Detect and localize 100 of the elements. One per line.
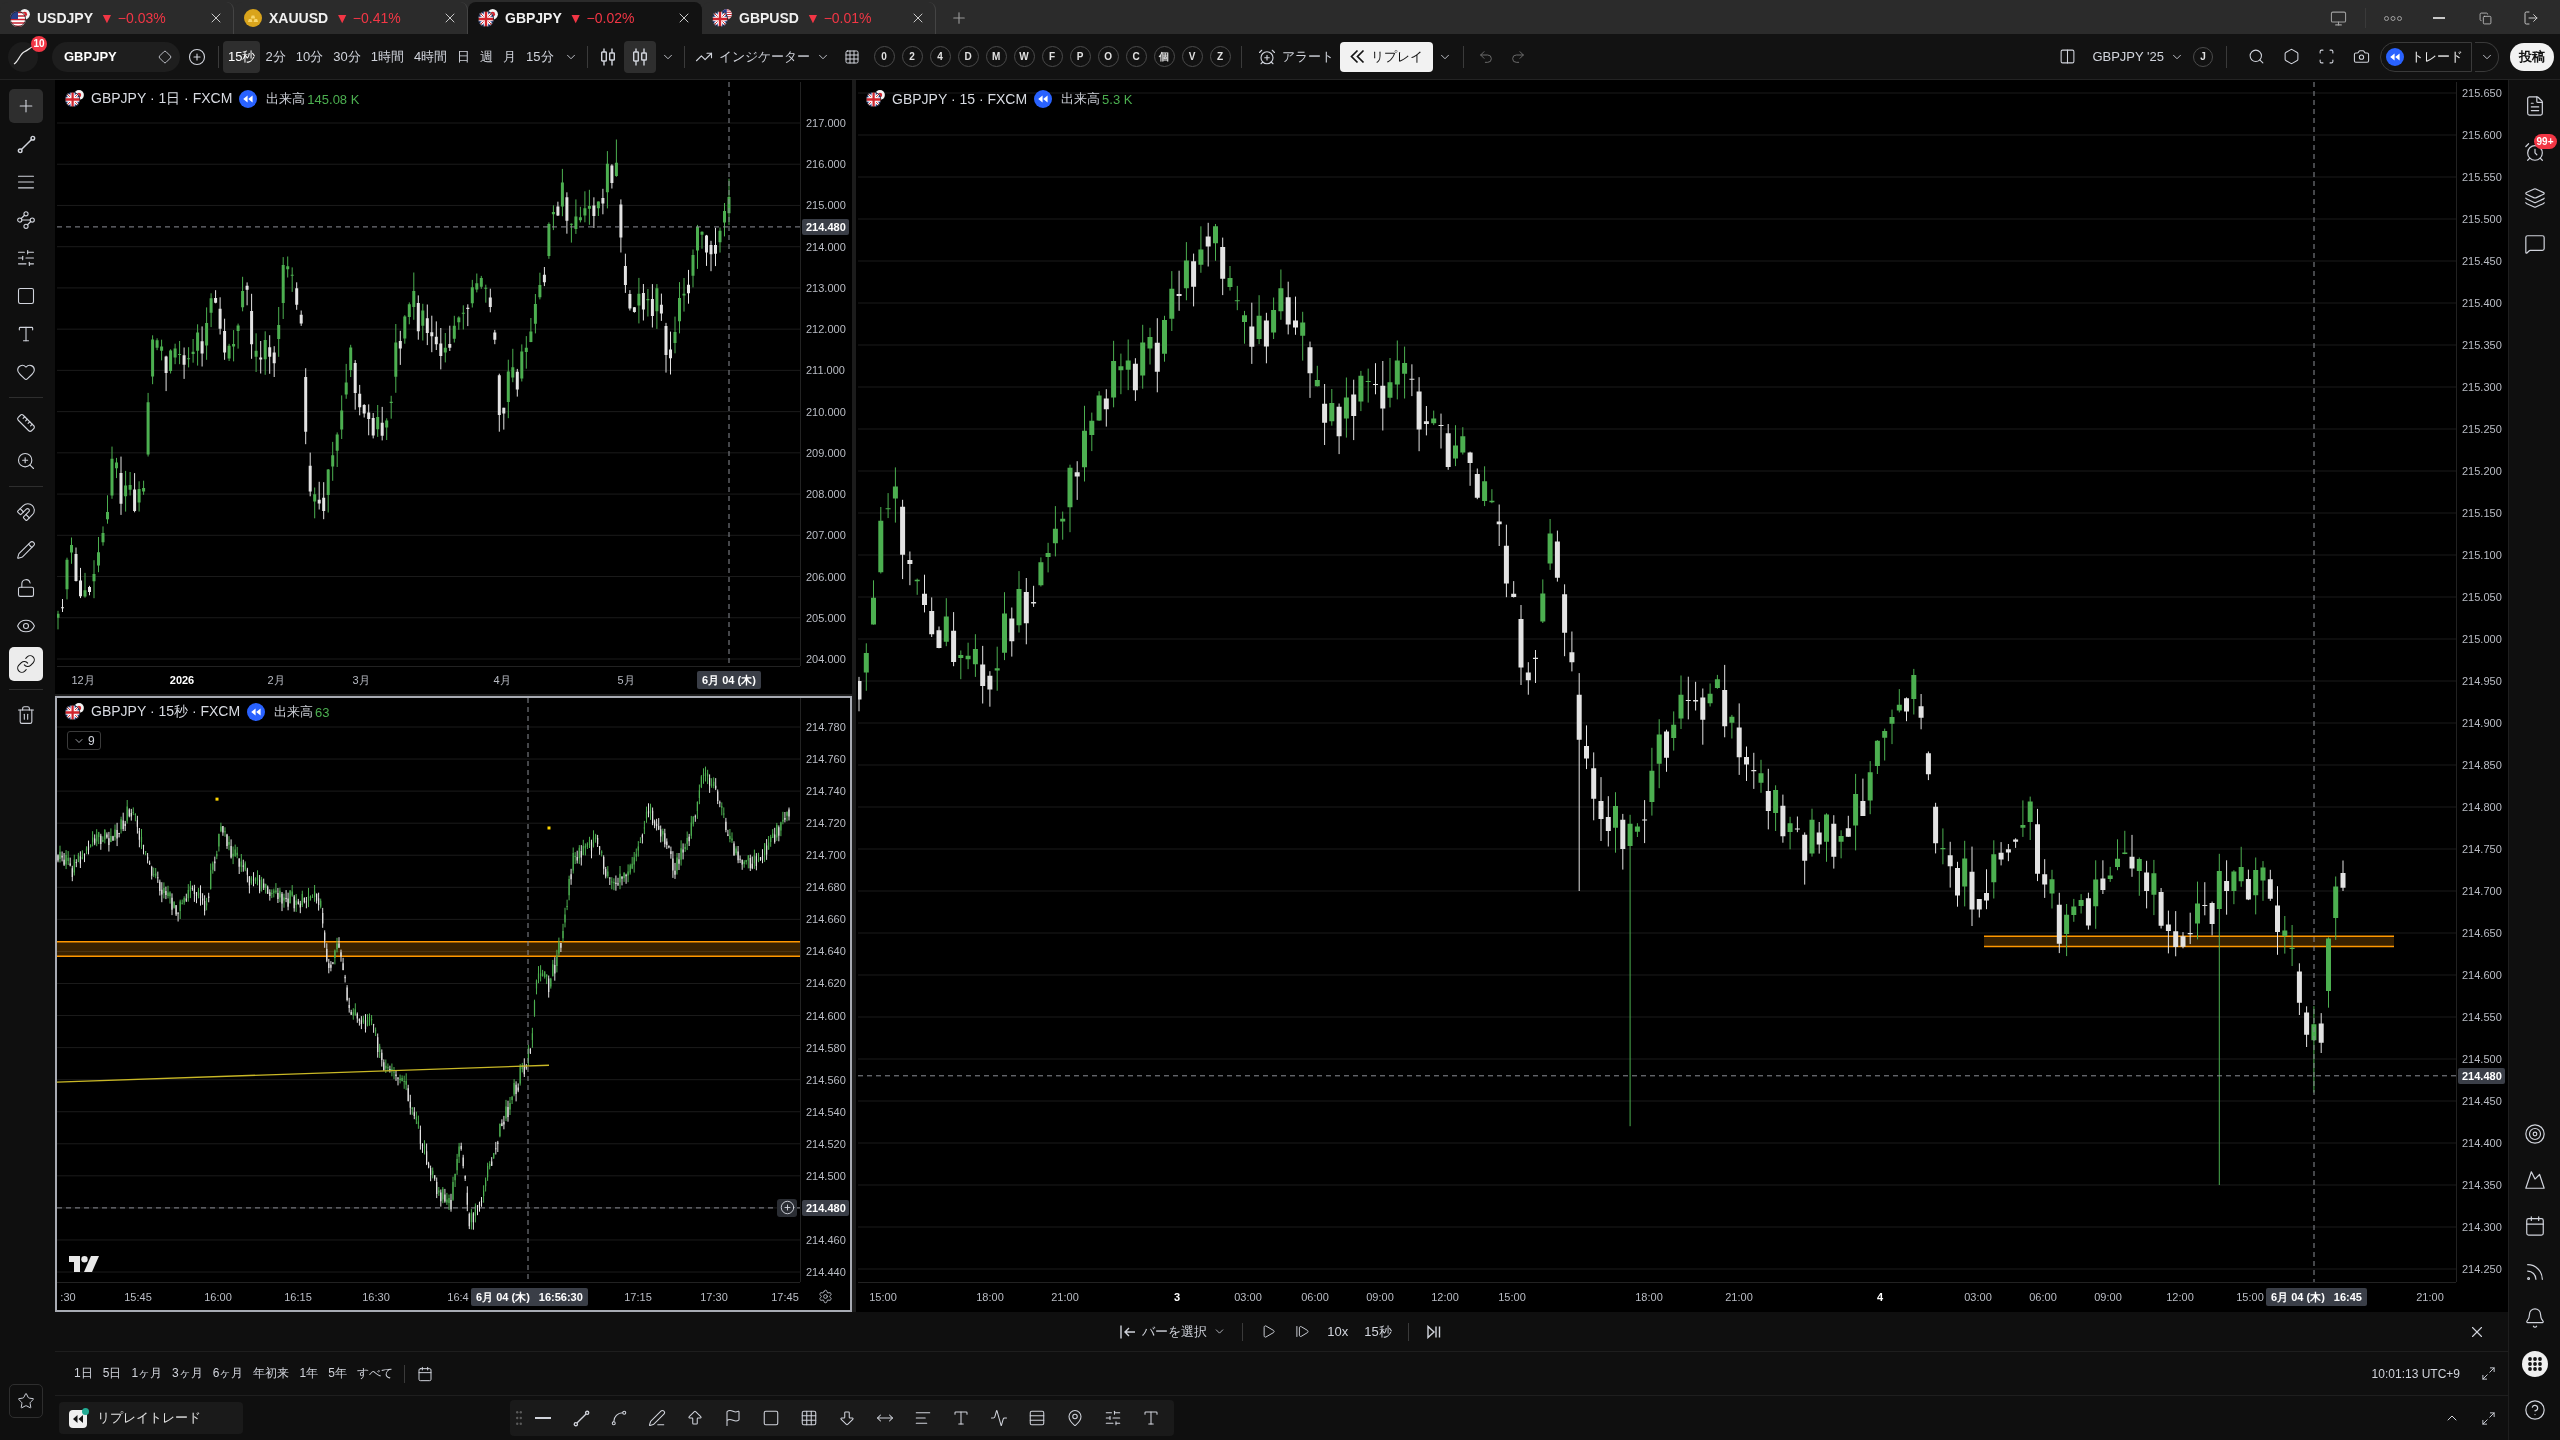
price-label: 215.600 — [2462, 129, 2502, 141]
range-button[interactable]: 3ヶ月 — [167, 1360, 208, 1387]
flag-icon — [65, 90, 84, 108]
last-price-label: 214.480 — [2458, 1067, 2505, 1084]
price-label: 204.000 — [806, 653, 846, 665]
price-label: 209.000 — [806, 446, 846, 459]
price-label: 214.900 — [2462, 717, 2502, 729]
price-label: 214.660 — [806, 913, 846, 926]
price-label: 215.300 — [2462, 381, 2502, 393]
sliders-icon — [1104, 1409, 1122, 1427]
replay-interval-button[interactable]: 15秒 — [1358, 1317, 1398, 1346]
interval-button[interactable]: 30分 — [328, 40, 366, 73]
double-arrow-badge-icon — [2386, 47, 2404, 66]
indicators-button[interactable]: インジケーター — [688, 40, 836, 73]
price-label: 214.950 — [2462, 675, 2502, 687]
interval-button[interactable]: 週 — [475, 40, 499, 73]
price-label: 214.560 — [806, 1073, 846, 1086]
chart-title: GBPJPY · 15 · FXCM — [892, 91, 1028, 107]
time-label: 3月 — [352, 672, 370, 687]
interval-button[interactable]: 15分 — [521, 40, 559, 73]
price-label: 205.000 — [806, 611, 846, 624]
monitor-icon — [2329, 9, 2347, 27]
interval-button[interactable]: 4時間 — [408, 40, 453, 73]
price-change: ▼ −0.01% — [805, 10, 872, 26]
range-button[interactable]: 5日 — [97, 1360, 127, 1387]
last-price-label: 214.480 — [802, 218, 849, 235]
interval-button[interactable]: 2分 — [260, 40, 291, 73]
price-label: 214.760 — [806, 753, 846, 766]
interval-button[interactable]: 月 — [498, 40, 522, 73]
chart-style-button[interactable] — [623, 40, 656, 73]
legend-toggle-button[interactable]: 9 — [67, 731, 101, 750]
last-price-label: 214.480 — [802, 1199, 849, 1216]
time-label: 5月 — [617, 672, 635, 687]
range-button[interactable]: 年初来 — [248, 1360, 295, 1387]
symbol-search-field[interactable]: GBPJPY — [52, 41, 180, 72]
replay-trade-tab[interactable]: リプレイトレード — [59, 1402, 243, 1434]
layout-name-button[interactable]: GBPJPY '25 — [2086, 40, 2190, 73]
calendar-icon — [416, 1365, 433, 1382]
alarm-clock-icon — [1257, 47, 1276, 66]
price-label: 214.300 — [2462, 1221, 2502, 1233]
chart-pane[interactable]: GBPJPY · 1日 · FXCM 出来高 145.08 K 217.000 216.000 215.000 214.000 213.000 212.000 211.000 210.000 209.000 208.000 207.000 206.000 205.000 204.000 214.480 12月 2026 2月 3月 4月 5月 6月 04 (木) — [55, 80, 852, 694]
interval-button[interactable]: 日 — [452, 40, 476, 73]
price-label: 214.520 — [806, 1137, 846, 1150]
price-label: 214.450 — [2462, 1095, 2502, 1107]
target-icon — [2523, 1123, 2546, 1145]
price-label: 215.150 — [2462, 507, 2502, 519]
price-label: 214.600 — [2462, 969, 2502, 981]
time-label: 2月 — [267, 672, 285, 687]
price-label: 215.550 — [2462, 171, 2502, 183]
publish-button[interactable]: 投稿 — [2510, 42, 2554, 71]
range-button[interactable]: すべて — [351, 1360, 398, 1387]
range-button[interactable]: 5年 — [323, 1360, 352, 1387]
interval-button[interactable]: 15秒 — [223, 40, 261, 73]
range-button[interactable]: 6ヶ月 — [207, 1360, 249, 1387]
text-icon — [952, 1409, 970, 1427]
range-button[interactable]: 1ヶ月 — [126, 1360, 168, 1387]
pencil-icon — [16, 540, 36, 560]
favorites-button[interactable] — [9, 1384, 43, 1418]
price-label: 215.400 — [2462, 297, 2502, 309]
price-label: 214.700 — [806, 849, 846, 862]
price-label: 214.720 — [806, 817, 846, 830]
symbol-tab[interactable]: GBPJPY ▼ −0.02% — [468, 2, 702, 34]
grid-icon — [800, 1409, 818, 1427]
time-label: 09:00 — [1366, 1290, 1394, 1303]
price-label: 215.000 — [806, 199, 846, 212]
diagonal-line-icon — [572, 1409, 590, 1427]
interval-button[interactable]: 1時間 — [365, 40, 409, 73]
add-order-button[interactable] — [777, 1198, 797, 1217]
volume-label: 出来高 — [1061, 90, 1101, 108]
time-label: 06:00 — [1301, 1290, 1329, 1303]
expand-icon — [2480, 1366, 2496, 1381]
ruler-icon — [16, 413, 36, 433]
coin-icon — [244, 9, 262, 27]
time-label: 15:45 — [124, 1290, 152, 1303]
undo-icon — [1477, 48, 1494, 65]
drawing-tool-button[interactable] — [9, 647, 43, 681]
diamond-icon — [158, 49, 172, 64]
alert-button[interactable]: アラート — [1251, 40, 1340, 73]
price-label: 214.440 — [806, 1266, 846, 1278]
play-icon — [1260, 1324, 1276, 1339]
price-label: 214.250 — [2462, 1263, 2502, 1275]
sliders-icon — [16, 248, 36, 268]
speed-button[interactable]: 10x — [1321, 1317, 1355, 1346]
notification-badge: 10 — [31, 35, 47, 52]
price-change: ▼ −0.02% — [568, 10, 635, 26]
price-label: 214.500 — [2462, 1053, 2502, 1065]
price-label: 214.500 — [806, 1169, 846, 1182]
replay-button[interactable]: リプレイ — [1339, 41, 1433, 72]
select-bar-button[interactable]: バーを選択 — [1114, 1317, 1233, 1346]
range-button[interactable]: 1年 — [294, 1360, 324, 1387]
price-label: 214.350 — [2462, 1179, 2502, 1191]
time-label: :30 — [60, 1290, 76, 1303]
square-icon — [16, 286, 36, 306]
flag-icon — [866, 90, 885, 108]
alerts-button[interactable]: 99+ — [2514, 132, 2555, 172]
rows-icon — [1028, 1409, 1046, 1427]
interval-button[interactable]: 10分 — [290, 40, 329, 73]
range-button[interactable]: 1日 — [69, 1360, 98, 1387]
zoom-in-icon — [16, 451, 36, 471]
price-label: 215.100 — [2462, 549, 2502, 561]
